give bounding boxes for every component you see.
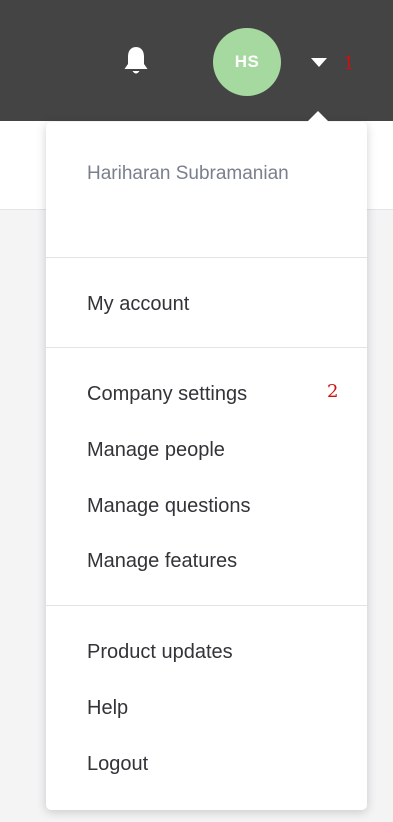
top-bar: HS 1 — [0, 0, 393, 121]
menu-item-my-account[interactable]: My account — [87, 290, 189, 318]
menu-item-logout[interactable]: Logout — [87, 750, 148, 778]
menu-divider — [46, 347, 367, 348]
menu-divider — [46, 257, 367, 258]
menu-item-manage-features[interactable]: Manage features — [87, 547, 237, 575]
annotation-marker: 2 — [327, 381, 339, 402]
user-dropdown-menu: Hariharan Subramanian My account Company… — [46, 111, 367, 810]
dropdown-pointer — [306, 111, 330, 123]
caret-down-icon[interactable] — [311, 58, 327, 68]
bell-icon[interactable] — [121, 44, 151, 78]
annotation-marker: 1 — [343, 53, 355, 74]
menu-item-help[interactable]: Help — [87, 694, 128, 722]
menu-item-manage-questions[interactable]: Manage questions — [87, 492, 250, 520]
menu-divider — [46, 605, 367, 606]
menu-item-company-settings[interactable]: Company settings — [87, 380, 247, 408]
menu-item-manage-people[interactable]: Manage people — [87, 436, 225, 464]
avatar[interactable]: HS — [213, 28, 281, 96]
user-name: Hariharan Subramanian — [87, 163, 289, 184]
menu-item-product-updates[interactable]: Product updates — [87, 638, 233, 666]
